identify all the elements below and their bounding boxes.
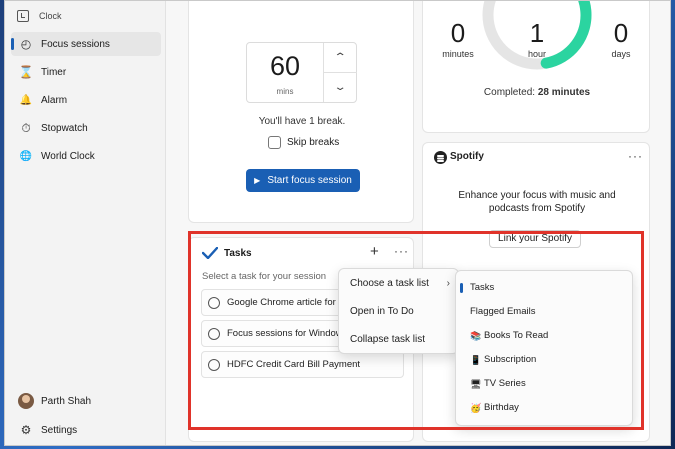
- daily-goal-value: 1: [529, 18, 545, 48]
- task-list-label: Flagged Emails: [470, 306, 536, 317]
- completed-summary: Completed: 28 minutes: [423, 87, 651, 98]
- avatar: [18, 393, 34, 409]
- user-account[interactable]: Parth Shah: [11, 389, 161, 413]
- task-radio[interactable]: [208, 358, 220, 371]
- sidebar-item-world-clock[interactable]: 🌐 World Clock: [11, 144, 161, 168]
- completed-value: 28 minutes: [537, 87, 591, 98]
- app-title: Clock: [39, 11, 62, 21]
- sidebar-item-timer[interactable]: ⌛ Timer: [11, 60, 161, 84]
- tasks-title: Tasks: [224, 248, 252, 259]
- task-radio[interactable]: [208, 327, 220, 340]
- sidebar-item-label: World Clock: [41, 150, 95, 162]
- menu-item-choose-task-list[interactable]: Choose a task list ›: [339, 272, 460, 296]
- task-list-submenu: Tasks Flagged Emails 📚 Books To Read 📱 S…: [455, 270, 633, 426]
- play-icon: ▶: [254, 176, 261, 185]
- sidebar-item-label: Stopwatch: [41, 122, 88, 134]
- duration-unit: mins: [276, 87, 294, 96]
- task-list-label: Tasks: [470, 282, 495, 293]
- focus-timer-card: 60 mins ⌃ ⌄ You'll have 1 break. Skip br…: [188, 1, 414, 223]
- globe-icon: 🌐: [19, 150, 33, 162]
- increase-duration-button[interactable]: ⌃: [324, 43, 357, 72]
- daily-goal-unit: hour: [527, 49, 546, 59]
- clock-app-icon: [17, 10, 29, 22]
- yesterday-unit: minutes: [442, 49, 474, 59]
- sidebar-item-stopwatch[interactable]: ⏱ Stopwatch: [11, 116, 161, 140]
- sidebar: ◴ Focus sessions ⌛ Timer 🔔 Alarm ⏱ Stopw…: [5, 31, 165, 445]
- chevron-right-icon: ›: [446, 278, 450, 289]
- sidebar-item-alarm[interactable]: 🔔 Alarm: [11, 88, 161, 112]
- menu-item-open-in-todo[interactable]: Open in To Do: [339, 300, 460, 324]
- sidebar-item-label: Alarm: [41, 94, 68, 106]
- monitor-icon: 🖥: [470, 379, 482, 389]
- task-list-item-subscription[interactable]: 📱 Subscription: [456, 348, 634, 372]
- hourglass-icon: ⌛: [18, 65, 34, 79]
- bell-icon: 🔔: [19, 94, 33, 106]
- task-list-label: Books To Read: [484, 330, 549, 341]
- phone-icon: 📱: [470, 355, 482, 365]
- task-list-item-tv-series[interactable]: 🖥 TV Series: [456, 372, 634, 396]
- streak-value: 0: [613, 18, 629, 48]
- break-info: You'll have 1 break.: [258, 116, 346, 127]
- decrease-duration-button[interactable]: ⌄: [324, 73, 357, 102]
- chevron-up-icon: ⌃: [333, 52, 348, 63]
- user-name: Parth Shah: [41, 395, 92, 407]
- task-list-label: Birthday: [484, 402, 519, 413]
- books-icon: 📚: [470, 331, 482, 341]
- task-list-label: TV Series: [484, 378, 526, 389]
- daily-progress-card: 0 minutes 1 hour 0 days Completed: 28 mi…: [422, 1, 651, 133]
- yesterday-value: 0: [450, 18, 466, 48]
- skip-breaks-label[interactable]: Skip breaks: [287, 137, 339, 148]
- streak-unit: days: [611, 49, 631, 59]
- link-spotify-button[interactable]: Link your Spotify: [489, 230, 581, 248]
- task-list-item-books-to-read[interactable]: 📚 Books To Read: [456, 324, 634, 348]
- completed-label: Completed:: [483, 87, 536, 98]
- sidebar-item-label: Focus sessions: [41, 38, 110, 50]
- tasks-context-menu: Choose a task list › Open in To Do Colla…: [338, 268, 459, 354]
- spotify-icon: [434, 151, 447, 164]
- spotify-more-button[interactable]: ···: [628, 149, 643, 163]
- party-face-icon: 🥳: [470, 403, 482, 413]
- focus-icon: ◴: [20, 37, 32, 51]
- task-text: HDFC Credit Card Bill Payment: [227, 359, 361, 370]
- sidebar-item-label: Timer: [41, 66, 67, 78]
- task-list-item-flagged-emails[interactable]: Flagged Emails: [456, 300, 634, 324]
- spotify-title: Spotify: [450, 151, 484, 162]
- start-focus-session-label: Start focus session: [267, 175, 352, 186]
- task-list-item-tasks[interactable]: Tasks: [456, 276, 634, 300]
- task-item[interactable]: HDFC Credit Card Bill Payment: [201, 351, 404, 378]
- gear-icon: ⚙: [20, 423, 32, 437]
- duration-value[interactable]: 60: [247, 51, 323, 82]
- spotify-description: Enhance your focus with music and podcas…: [458, 190, 616, 214]
- sidebar-item-focus-sessions[interactable]: ◴ Focus sessions: [11, 32, 161, 56]
- start-focus-session-button[interactable]: ▶ Start focus session: [246, 169, 360, 192]
- task-list-label: Subscription: [484, 354, 537, 365]
- task-list-item-birthday[interactable]: 🥳 Birthday: [456, 396, 634, 420]
- menu-item-collapse-task-list[interactable]: Collapse task list: [339, 328, 460, 352]
- skip-breaks-checkbox[interactable]: [268, 136, 281, 149]
- sidebar-item-label: Settings: [41, 424, 78, 436]
- tasks-hint: Select a task for your session: [202, 271, 327, 282]
- duration-picker: 60 mins ⌃ ⌄: [246, 42, 357, 103]
- todo-check-icon: [202, 247, 218, 259]
- chevron-down-icon: ⌄: [333, 82, 348, 93]
- sidebar-item-settings[interactable]: ⚙ Settings: [11, 418, 161, 442]
- add-task-button[interactable]: +: [370, 243, 379, 260]
- task-text: Google Chrome article for T: [227, 297, 345, 308]
- stopwatch-icon: ⏱: [21, 120, 31, 135]
- task-text: Focus sessions for Window: [227, 328, 343, 339]
- menu-item-label: Choose a task list: [350, 278, 429, 289]
- task-radio[interactable]: [208, 296, 220, 309]
- tasks-more-button[interactable]: ···: [394, 244, 409, 258]
